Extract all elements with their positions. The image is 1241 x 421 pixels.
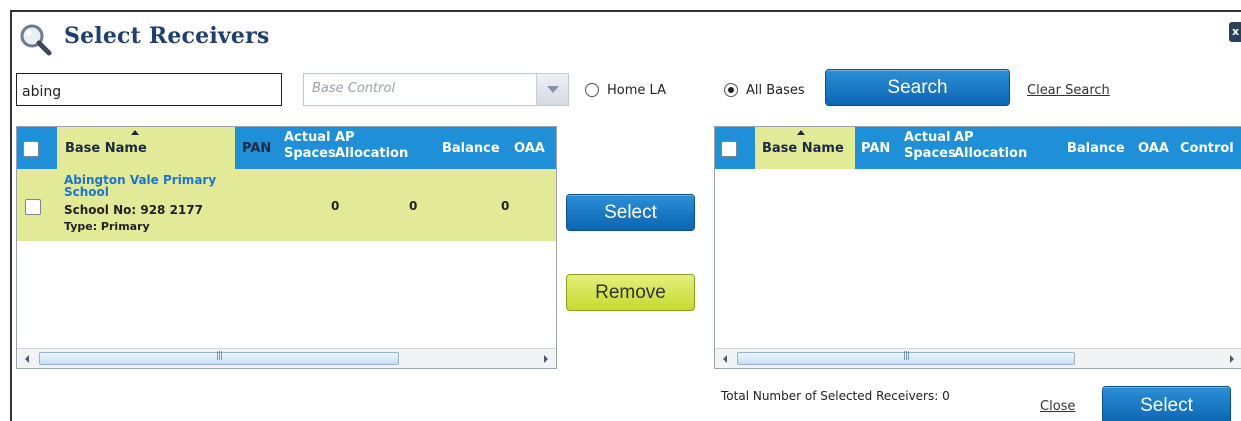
- radio-all-bases[interactable]: [724, 83, 738, 97]
- col-ap-line2[interactable]: Allocation: [954, 147, 1027, 160]
- col-oaa[interactable]: OAA: [1138, 142, 1169, 155]
- close-icon[interactable]: x: [1229, 22, 1241, 42]
- dialog-border-left: [10, 10, 12, 421]
- base-control-select[interactable]: Base Control: [303, 73, 569, 106]
- sorted-column-header[interactable]: Base Name: [57, 127, 235, 169]
- table-row[interactable]: Abington Vale Primary School School No: …: [17, 169, 556, 241]
- school-name-line2[interactable]: School: [64, 185, 109, 199]
- scroll-thumb[interactable]: [39, 352, 399, 365]
- search-input[interactable]: [16, 73, 282, 106]
- dialog-border-top: [10, 10, 1241, 12]
- radio-all-bases-label[interactable]: All Bases: [746, 83, 805, 98]
- scroll-right-icon[interactable]: [544, 355, 548, 363]
- chevron-down-icon[interactable]: [536, 74, 568, 105]
- col-actual-line2[interactable]: Spaces: [904, 147, 956, 160]
- col-balance[interactable]: Balance: [1067, 142, 1125, 155]
- remove-button[interactable]: Remove: [566, 274, 695, 311]
- col-pan[interactable]: PAN: [861, 142, 890, 155]
- selected-receivers-grid: Base Name PAN Actual Spaces AP Allocatio…: [714, 126, 1241, 369]
- scroll-right-icon[interactable]: [1230, 355, 1234, 363]
- col-base-name: Base Name: [65, 141, 147, 156]
- radio-home-la-label[interactable]: Home LA: [607, 83, 666, 98]
- scroll-left-icon[interactable]: [723, 355, 727, 363]
- col-pan[interactable]: PAN: [242, 142, 271, 155]
- sort-up-icon: [797, 130, 805, 135]
- select-button[interactable]: Select: [566, 194, 695, 231]
- select-all-checkbox[interactable]: [23, 141, 39, 157]
- col-ap-line1[interactable]: AP: [335, 131, 355, 144]
- dialog-title: Select Receivers: [64, 23, 270, 49]
- row-checkbox[interactable]: [25, 199, 41, 215]
- col-actual-line2[interactable]: Spaces: [284, 147, 336, 160]
- col-base-name: Base Name: [762, 141, 844, 156]
- scroll-left-icon[interactable]: [25, 355, 29, 363]
- base-control-placeholder: Base Control: [312, 81, 396, 96]
- cell-balance: 0: [501, 199, 510, 213]
- col-balance[interactable]: Balance: [442, 142, 500, 155]
- col-actual-line1[interactable]: Actual: [904, 131, 950, 144]
- close-link[interactable]: Close: [1040, 399, 1075, 414]
- col-oaa[interactable]: OAA: [514, 142, 545, 155]
- footer-select-button[interactable]: Select: [1102, 386, 1231, 421]
- sorted-column-header[interactable]: Base Name: [755, 127, 855, 169]
- sort-up-icon: [131, 130, 139, 135]
- radio-home-la[interactable]: [585, 83, 599, 97]
- selected-count-label: Total Number of Selected Receivers: 0: [721, 389, 950, 403]
- school-type: Type: Primary: [64, 220, 150, 233]
- school-name-link[interactable]: Abington Vale Primary School: [64, 174, 249, 198]
- grid-header: Base Name PAN Actual Spaces AP Allocatio…: [17, 127, 556, 169]
- magnifier-icon: [20, 24, 52, 56]
- horizontal-scrollbar[interactable]: [715, 348, 1241, 368]
- cell-ap-allocation: 0: [409, 199, 418, 213]
- cell-actual-spaces: 0: [331, 199, 340, 213]
- col-ap-line2[interactable]: Allocation: [335, 147, 408, 160]
- horizontal-scrollbar[interactable]: [17, 348, 556, 368]
- clear-search-link[interactable]: Clear Search: [1027, 83, 1110, 98]
- grid-header: Base Name PAN Actual Spaces AP Allocatio…: [715, 127, 1241, 169]
- col-control[interactable]: Control: [1180, 142, 1234, 155]
- scroll-thumb[interactable]: [737, 352, 1075, 365]
- available-receivers-grid: Base Name PAN Actual Spaces AP Allocatio…: [16, 126, 557, 369]
- col-ap-line1[interactable]: AP: [954, 131, 974, 144]
- col-actual-line1[interactable]: Actual: [284, 131, 330, 144]
- select-all-checkbox[interactable]: [721, 141, 737, 157]
- search-button[interactable]: Search: [825, 69, 1010, 106]
- school-number: School No: 928 2177: [64, 203, 203, 217]
